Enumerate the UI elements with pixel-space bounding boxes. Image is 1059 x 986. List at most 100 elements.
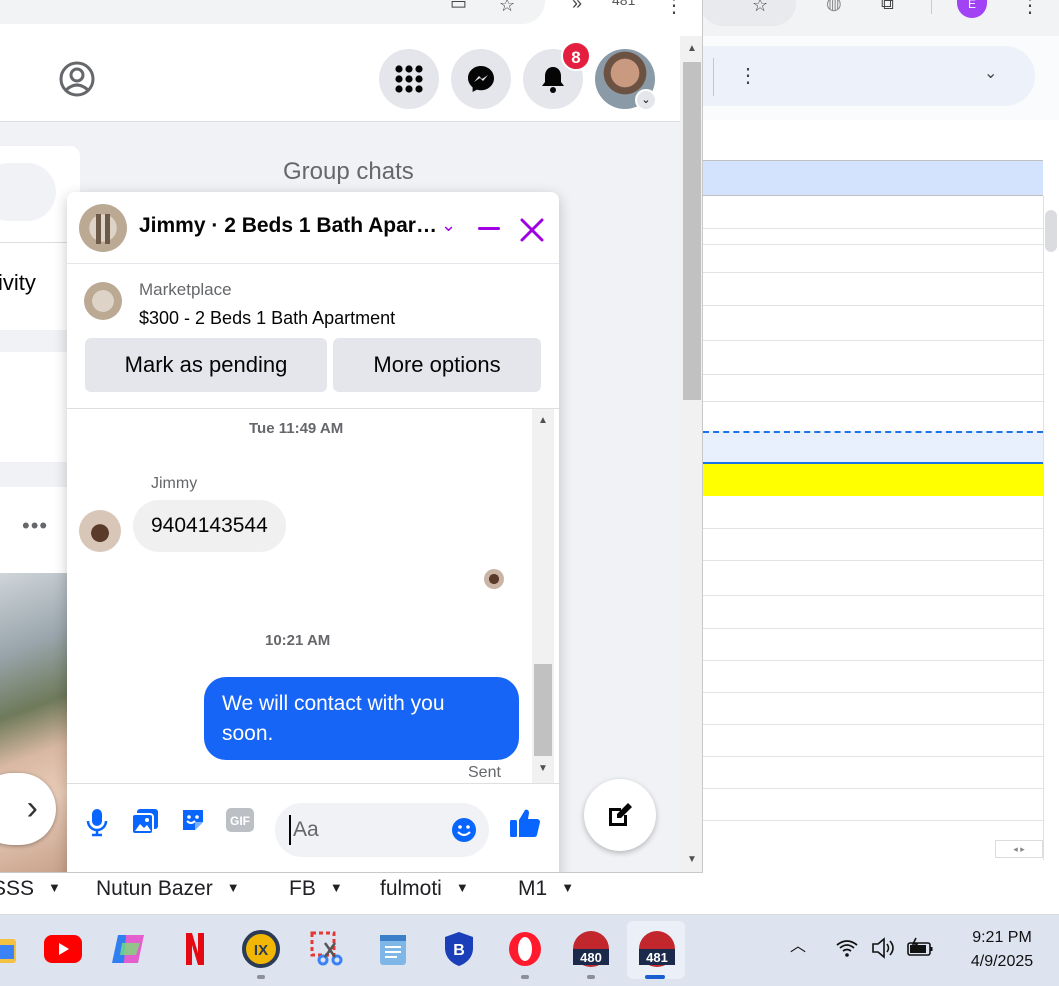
volume-icon[interactable] [871, 937, 897, 959]
netflix-icon[interactable] [175, 929, 215, 969]
grid-line [703, 401, 1043, 402]
app-481-icon[interactable]: 481 [637, 929, 677, 969]
sidebar-item-activity[interactable]: ivity [0, 270, 36, 296]
background-omnibox[interactable] [700, 0, 796, 26]
browser-menu-icon[interactable]: ⋮ [664, 0, 684, 16]
profile-outline-icon[interactable] [58, 60, 96, 98]
minimize-icon[interactable] [478, 227, 500, 230]
notepad-icon[interactable] [373, 929, 413, 969]
scroll-up-arrow[interactable]: ▲ [538, 416, 548, 426]
more-options-button[interactable]: More options [333, 338, 541, 392]
globe-icon[interactable]: ◍ [826, 0, 842, 12]
bookmark-folder[interactable]: fulmoti ▼ [380, 877, 469, 901]
listing-thumbnail [84, 282, 122, 320]
scroll-down-arrow[interactable]: ▼ [687, 855, 697, 865]
photo-icon[interactable] [130, 806, 160, 836]
bookmark-star-icon[interactable]: ☆ [499, 0, 515, 14]
chevron-down-icon[interactable]: ⌄ [441, 216, 456, 234]
clock-date: 4/9/2025 [970, 953, 1034, 970]
more-options-icon[interactable]: ⋮ [738, 66, 758, 86]
menu-button[interactable] [379, 49, 439, 109]
running-indicator [257, 975, 265, 979]
extension-icon[interactable]: » [572, 0, 582, 12]
grid-line [703, 560, 1043, 561]
messenger-button[interactable] [451, 49, 511, 109]
grid-line [703, 724, 1043, 725]
chat-title[interactable]: Jimmy · 2 Beds 1 Bath Apartment [139, 214, 439, 238]
opera-icon[interactable] [505, 929, 545, 969]
message-input[interactable] [289, 815, 439, 845]
file-explorer-icon[interactable] [0, 929, 18, 969]
grid-line [703, 228, 1043, 229]
incoming-message-bubble[interactable]: 9404143544 [133, 500, 286, 552]
spreadsheet-selected-column-header[interactable] [703, 160, 1043, 196]
chevron-up-icon[interactable]: ︿ [790, 939, 806, 955]
battery-charging-icon[interactable] [906, 937, 934, 959]
messenger-chat-window: Jimmy · 2 Beds 1 Bath Apartment ⌄ Market… [67, 192, 559, 872]
new-message-button[interactable] [584, 779, 656, 851]
sender-avatar[interactable] [79, 510, 121, 552]
message-input-field[interactable] [275, 803, 489, 857]
bookmark-label: FB [289, 877, 316, 900]
microphone-icon[interactable] [85, 806, 109, 838]
sender-name: Jimmy [151, 475, 198, 492]
more-options-icon[interactable]: ••• [22, 513, 48, 539]
system-clock[interactable]: 9:21 PM 4/9/2025 [952, 926, 1052, 974]
browser-menu-icon[interactable]: ⋮ [1020, 0, 1040, 16]
wifi-icon[interactable] [835, 938, 859, 958]
bookmark-folder[interactable]: Nutun Bazer ▼ [96, 877, 240, 901]
ixl-icon[interactable]: IX [241, 929, 281, 969]
message-status: Sent [468, 764, 501, 781]
snipping-tool-icon[interactable] [307, 929, 347, 969]
app-480-icon[interactable]: 480 [571, 929, 611, 969]
bookmark-label: fulmoti [380, 877, 442, 900]
svg-text:480: 480 [580, 950, 602, 965]
thumbs-up-icon[interactable] [508, 806, 542, 840]
grid-line [703, 244, 1043, 245]
grid-line [703, 340, 1043, 341]
messenger-icon [468, 66, 494, 92]
scroll-up-arrow[interactable]: ▲ [687, 44, 697, 54]
chevron-down-icon[interactable]: ⌄ [984, 66, 997, 82]
grid-line [703, 272, 1043, 273]
sticker-icon[interactable] [179, 806, 207, 834]
chat-header[interactable]: Jimmy · 2 Beds 1 Bath Apartment ⌄ [67, 192, 559, 264]
youtube-icon[interactable] [43, 929, 83, 969]
bell-icon [542, 67, 564, 93]
bookmark-folder[interactable]: M1 ▼ [518, 877, 574, 901]
page-scroll-thumb[interactable] [683, 62, 701, 400]
listing-avatar[interactable] [79, 204, 127, 252]
message-composer: GIF [67, 783, 559, 872]
emoji-icon[interactable] [451, 817, 477, 843]
grid-line [703, 374, 1043, 375]
thread-scroll-thumb[interactable] [534, 664, 552, 756]
grid-line [703, 628, 1043, 629]
close-icon[interactable] [519, 217, 545, 243]
selected-row[interactable] [703, 431, 1043, 464]
svg-text:481: 481 [646, 950, 668, 965]
windows-taskbar: IX B 480 481 ︿ 9:21 PM 4/9/2025 [0, 915, 1059, 986]
bookmark-folder[interactable]: SSS ▼ [0, 877, 61, 901]
scroll-down-arrow[interactable]: ▼ [538, 764, 548, 774]
gif-icon[interactable]: GIF [225, 806, 255, 834]
search-pill[interactable] [0, 163, 56, 221]
facebook-browser-window: ▭ ☆ » 481 ⋮ 8 ⌄ ivity ••• › Group chats … [0, 0, 703, 873]
read-receipt-avatar [484, 569, 504, 589]
bookmark-star-icon[interactable]: ☆ [752, 0, 768, 14]
bookmark-folder[interactable]: FB ▼ [289, 877, 343, 901]
highlighted-row[interactable] [703, 464, 1043, 496]
outgoing-message-bubble[interactable]: We will contact with you soon. [204, 677, 519, 760]
bitwarden-icon[interactable]: B [439, 929, 479, 969]
spreadsheet-scroll-thumb[interactable] [1045, 210, 1057, 252]
svg-text:IX: IX [254, 942, 268, 959]
cast-icon[interactable]: ▭ [450, 0, 467, 12]
chevron-down-icon[interactable]: ⌄ [635, 89, 657, 111]
copilot-icon[interactable] [109, 929, 149, 969]
spreadsheet-vertical-scrollbar[interactable] [1043, 196, 1059, 860]
spreadsheet-horizontal-scroll-buttons[interactable]: ◂ ▸ [995, 840, 1043, 858]
toolbar-separator [713, 58, 714, 96]
mark-as-pending-button[interactable]: Mark as pending [85, 338, 327, 392]
extensions-icon[interactable]: ⧉ [881, 0, 894, 12]
listing-title[interactable]: $300 - 2 Beds 1 Bath Apartment [139, 308, 395, 329]
grid-line [703, 820, 1043, 821]
